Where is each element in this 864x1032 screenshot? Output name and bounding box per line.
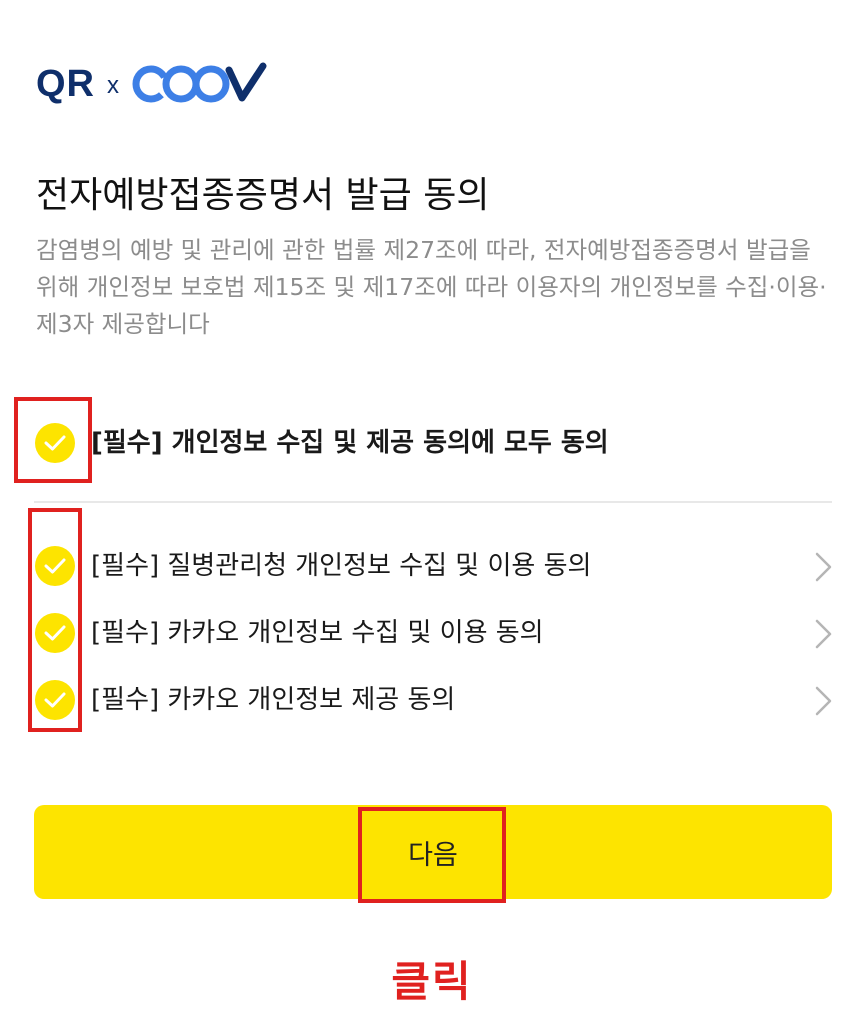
coov-logo-graphic (132, 62, 267, 103)
consent-item-label: [필수] 카카오 개인정보 제공 동의 (91, 685, 456, 715)
logo-x-text: x (107, 72, 119, 99)
annotation-box-consent-all (14, 397, 92, 483)
consent-item-label: [필수] 질병관리청 개인정보 수집 및 이용 동의 (91, 551, 592, 581)
chevron-right-icon[interactable] (812, 617, 836, 651)
divider (34, 501, 832, 503)
annotation-box-consent-items (28, 508, 82, 732)
consent-all-label: [필수] 개인정보 수집 및 제공 동의에 모두 동의 (91, 428, 609, 458)
app-logo: QR x (36, 62, 269, 106)
coov-logo-icon (129, 62, 269, 106)
annotation-box-next-button (358, 807, 506, 903)
consent-item-label: [필수] 카카오 개인정보 수집 및 이용 동의 (91, 618, 544, 648)
annotation-caption: 클릭 (391, 957, 473, 1006)
chevron-right-icon[interactable] (812, 550, 836, 584)
logo-qr-text: QR (36, 62, 95, 105)
page-title: 전자예방접종증명서 발급 동의 (36, 175, 490, 216)
consent-description: 감염병의 예방 및 관리에 관한 법률 제27조에 따라, 전자예방접종증명서 … (36, 236, 827, 338)
chevron-right-icon[interactable] (812, 684, 836, 718)
